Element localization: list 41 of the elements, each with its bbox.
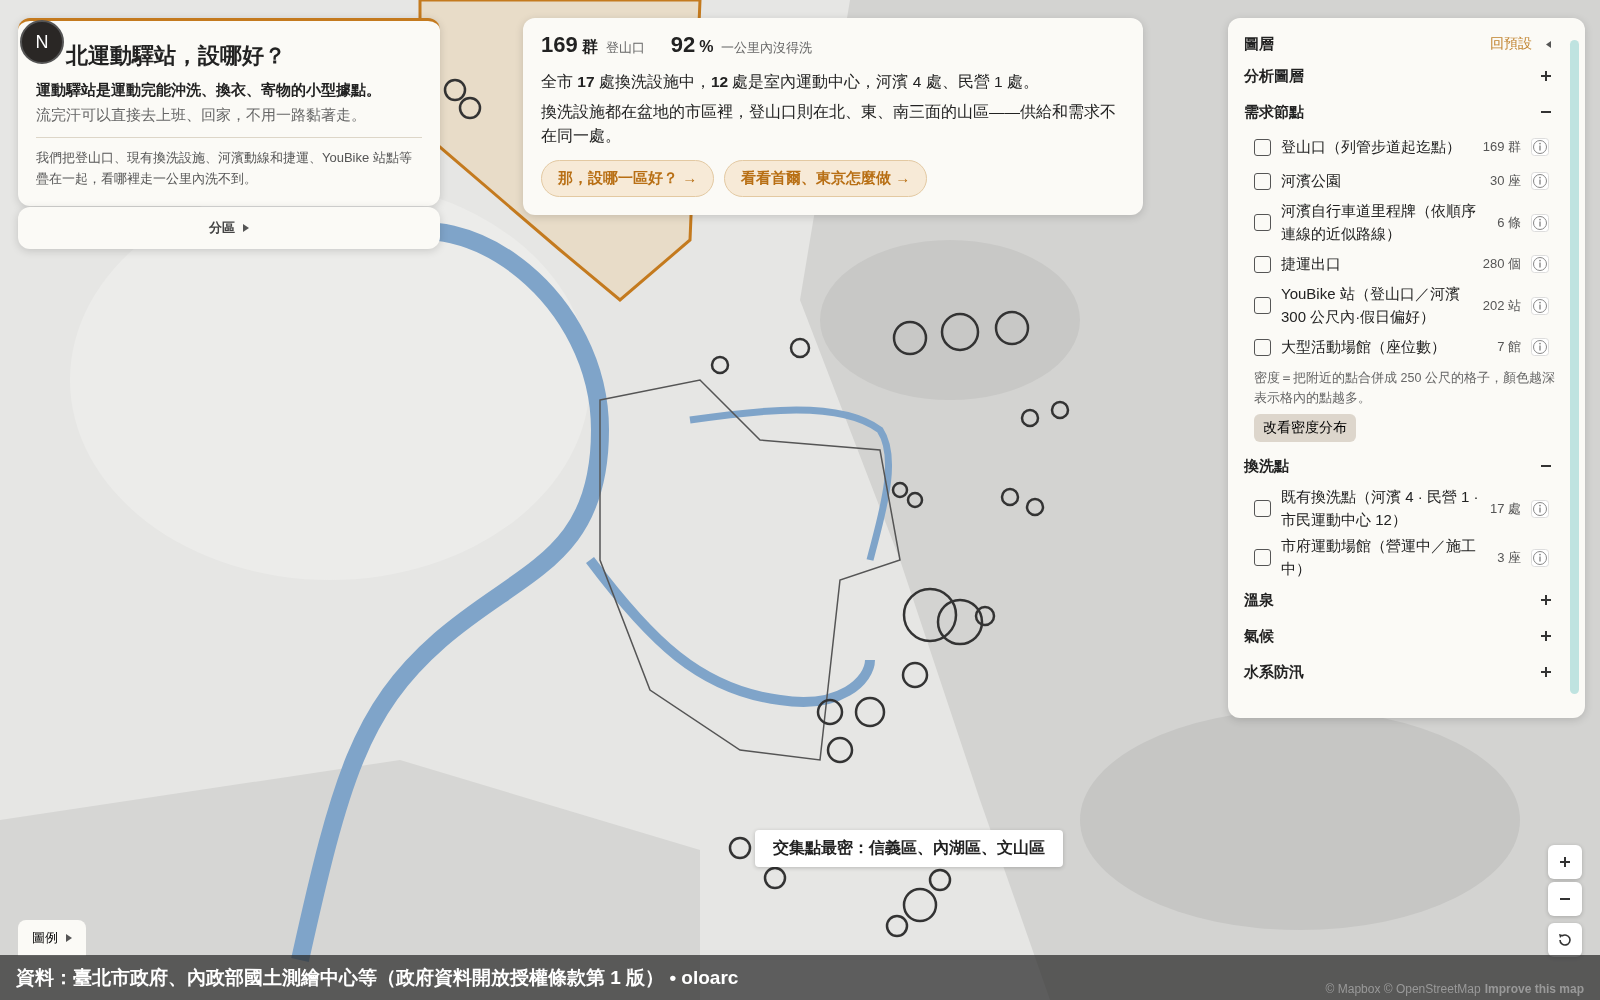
section-title[interactable]: 換洗點: [1244, 456, 1541, 476]
stat-value: 169: [541, 32, 578, 58]
layer-label: 河濱自行車道里程牌（依順序連線的近似路線）: [1281, 201, 1477, 244]
layer-label: 既有換洗點（河濱 4 · 民營 1 · 市民運動中心 12）: [1281, 487, 1480, 530]
density-button[interactable]: 改看密度分布: [1254, 414, 1356, 442]
page-title: 北運動驛站，設哪好？: [66, 42, 287, 70]
layer-label: 捷運出口: [1281, 253, 1342, 274]
district-toggle[interactable]: 分區: [18, 207, 440, 249]
section-title[interactable]: 氣候: [1244, 626, 1541, 646]
stat-unit: %: [699, 38, 714, 56]
method-note: 我們把登山口、現有換洗設施、河濱動線和捷運、YouBike 站點等疊在一起，看哪裡走一公里內洗不到。: [36, 149, 413, 188]
layer-count: 7 館: [1497, 338, 1521, 356]
layer-label: 大型活動場館（座位數）: [1281, 336, 1447, 357]
layer-count: 202 站: [1482, 296, 1521, 315]
layer-count: 3 座: [1497, 548, 1521, 567]
stat-label: 登山口: [605, 39, 645, 57]
layer-count: 280 個: [1482, 255, 1521, 273]
stat-value: 92: [670, 32, 696, 58]
layer-count: 30 座: [1489, 172, 1521, 190]
stat-unit: 群: [581, 37, 598, 57]
legend-button[interactable]: 圖例: [18, 920, 86, 956]
summary-paragraph: 全市 17 處換洗設施中，12 處是室內運動中心，河濱 4 處、民營 1 處。: [541, 72, 1040, 92]
section-title[interactable]: 需求節點: [1244, 102, 1541, 122]
layer-label: YouBike 站（登山口／河濱 300 公尺內·假日偏好）: [1281, 284, 1461, 327]
layer-count: 17 處: [1489, 499, 1521, 518]
density-note: 密度＝把附近的點合併成 250 公尺的格子，顏色越深表示格內的點越多。: [1254, 370, 1555, 407]
data-source-text: 資料：臺北市政府、內政部國土測繪中心等（政府資料開放授權條款第 1 版） • oloarc: [16, 965, 740, 990]
subtitle-text: 流完汗可以直接去上班、回家，不用一路黏著走。: [36, 106, 367, 125]
layer-label: 登山口（列管步道起迄點）: [1281, 136, 1462, 157]
stat-label: 一公里內沒得洗: [721, 39, 813, 57]
summary-paragraph: 換洗設施都在盆地的市區裡，登山口則在北、東、南三面的山區——供給和需求不在同一處。: [541, 102, 1117, 147]
layer-count: 6 條: [1497, 213, 1521, 232]
section-title[interactable]: 分析圖層: [1244, 66, 1541, 86]
lead-text: 運動驛站是運動完能沖洗、換衣、寄物的小型據點。: [36, 81, 382, 100]
layer-label: 市府運動場館（營運中／施工中）: [1281, 536, 1477, 579]
section-title[interactable]: 溫泉: [1244, 590, 1541, 610]
layer-count: 169 群: [1482, 138, 1521, 156]
map-tooltip: 交集點最密：信義區、內湖區、文山區: [755, 830, 1063, 867]
layer-label: 河濱公園: [1281, 170, 1342, 191]
panel-title: 圖層: [1244, 34, 1275, 54]
section-title[interactable]: 水系防汛: [1244, 662, 1541, 682]
